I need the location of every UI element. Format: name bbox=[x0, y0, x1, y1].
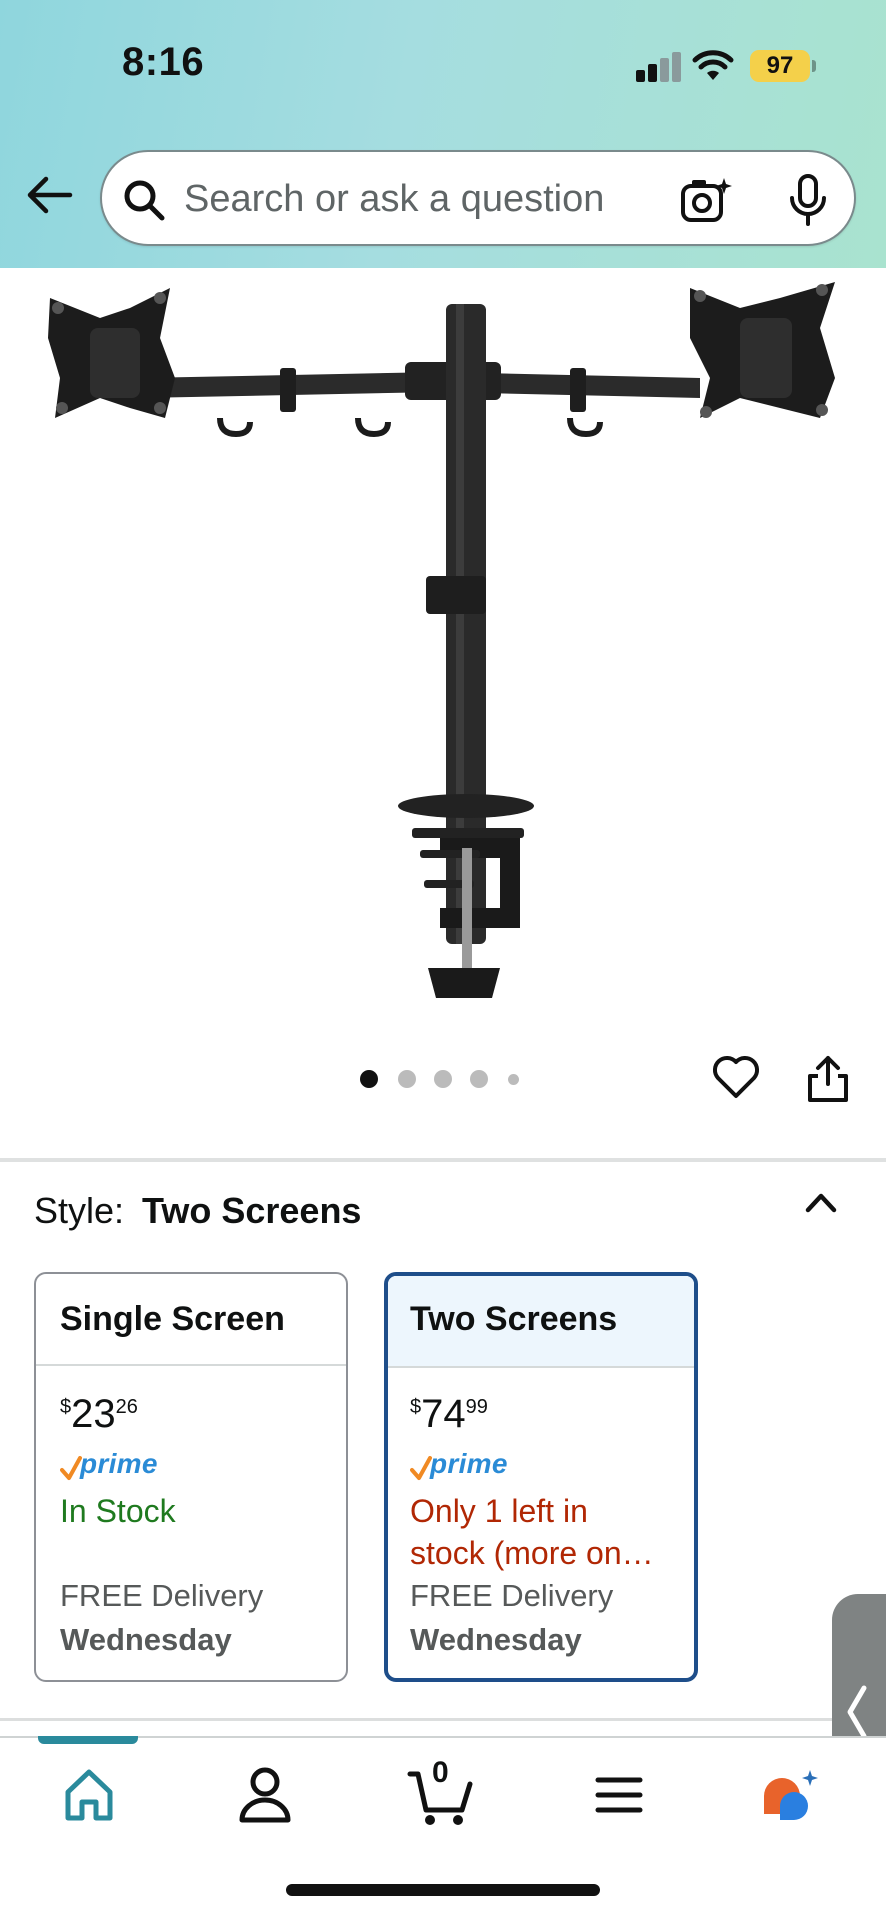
share-icon[interactable] bbox=[806, 1054, 850, 1104]
option-title: Single Screen bbox=[36, 1274, 346, 1366]
section-divider bbox=[0, 1718, 886, 1721]
price-symbol: $ bbox=[410, 1396, 422, 1418]
nav-active-indicator bbox=[38, 1736, 138, 1744]
heart-icon[interactable] bbox=[712, 1054, 760, 1100]
wifi-icon bbox=[692, 50, 734, 80]
delivery-day: Wednesday bbox=[410, 1622, 582, 1657]
prime-check-icon bbox=[60, 1456, 82, 1480]
menu-icon[interactable] bbox=[584, 1760, 654, 1830]
price-whole: 74 bbox=[421, 1392, 466, 1436]
style-option-single-screen[interactable]: Single Screen $2326 prime In Stock FREE … bbox=[34, 1272, 348, 1682]
back-arrow-icon[interactable] bbox=[24, 170, 74, 220]
status-time: 8:16 bbox=[122, 40, 205, 84]
chevron-left-icon bbox=[847, 1685, 867, 1739]
prime-text: prime bbox=[80, 1448, 158, 1479]
delivery-day: Wednesday bbox=[60, 1622, 232, 1657]
product-page: 8:16 97 Search or ask a question Style: … bbox=[0, 0, 886, 1920]
search-input[interactable] bbox=[184, 170, 624, 228]
stock-status: In Stock bbox=[60, 1493, 176, 1529]
price-fraction: 26 bbox=[115, 1396, 138, 1418]
cart-count: 0 bbox=[432, 1756, 449, 1789]
stock-status: Only 1 left in stock (more on… bbox=[410, 1493, 654, 1571]
option-price: $2326 bbox=[60, 1392, 138, 1437]
carousel-dot[interactable] bbox=[398, 1070, 416, 1088]
carousel-dot[interactable] bbox=[434, 1070, 452, 1088]
option-title: Two Screens bbox=[388, 1276, 694, 1368]
cart-button[interactable]: 0 bbox=[406, 1756, 476, 1830]
delivery-info: FREE Delivery Wednesday bbox=[60, 1574, 263, 1662]
option-price: $7499 bbox=[410, 1392, 488, 1437]
prime-check-icon bbox=[410, 1456, 432, 1480]
search-icon bbox=[124, 180, 165, 221]
account-icon[interactable] bbox=[230, 1760, 300, 1830]
style-label: Style: bbox=[34, 1190, 125, 1231]
chevron-up-icon[interactable] bbox=[804, 1190, 838, 1214]
search-bar[interactable] bbox=[100, 150, 856, 246]
price-fraction: 99 bbox=[465, 1396, 488, 1418]
style-selector-header[interactable]: Style: Two Screens bbox=[34, 1190, 361, 1232]
cellular-signal-icon bbox=[636, 52, 682, 82]
header: 8:16 97 bbox=[0, 0, 886, 268]
delivery-info: FREE Delivery Wednesday bbox=[410, 1574, 613, 1662]
price-symbol: $ bbox=[60, 1396, 72, 1418]
carousel-dot[interactable] bbox=[360, 1070, 378, 1088]
home-icon[interactable] bbox=[54, 1760, 124, 1830]
price-whole: 23 bbox=[71, 1392, 116, 1436]
style-selected-value: Two Screens bbox=[142, 1190, 362, 1231]
product-image[interactable] bbox=[0, 268, 886, 1048]
style-option-two-screens[interactable]: Two Screens $7499 prime Only 1 left in s… bbox=[384, 1272, 698, 1682]
section-divider bbox=[0, 1158, 886, 1162]
prime-text: prime bbox=[430, 1448, 508, 1479]
home-indicator bbox=[286, 1884, 600, 1896]
carousel-dot[interactable] bbox=[508, 1074, 519, 1085]
microphone-icon[interactable] bbox=[788, 174, 828, 226]
rufus-assistant-icon[interactable] bbox=[756, 1760, 826, 1830]
battery-cap bbox=[812, 60, 816, 72]
delivery-label: FREE Delivery bbox=[60, 1578, 264, 1613]
carousel-dot[interactable] bbox=[470, 1070, 488, 1088]
battery-indicator: 97 bbox=[750, 50, 810, 82]
delivery-label: FREE Delivery bbox=[410, 1578, 614, 1613]
camera-search-icon[interactable] bbox=[680, 176, 732, 224]
